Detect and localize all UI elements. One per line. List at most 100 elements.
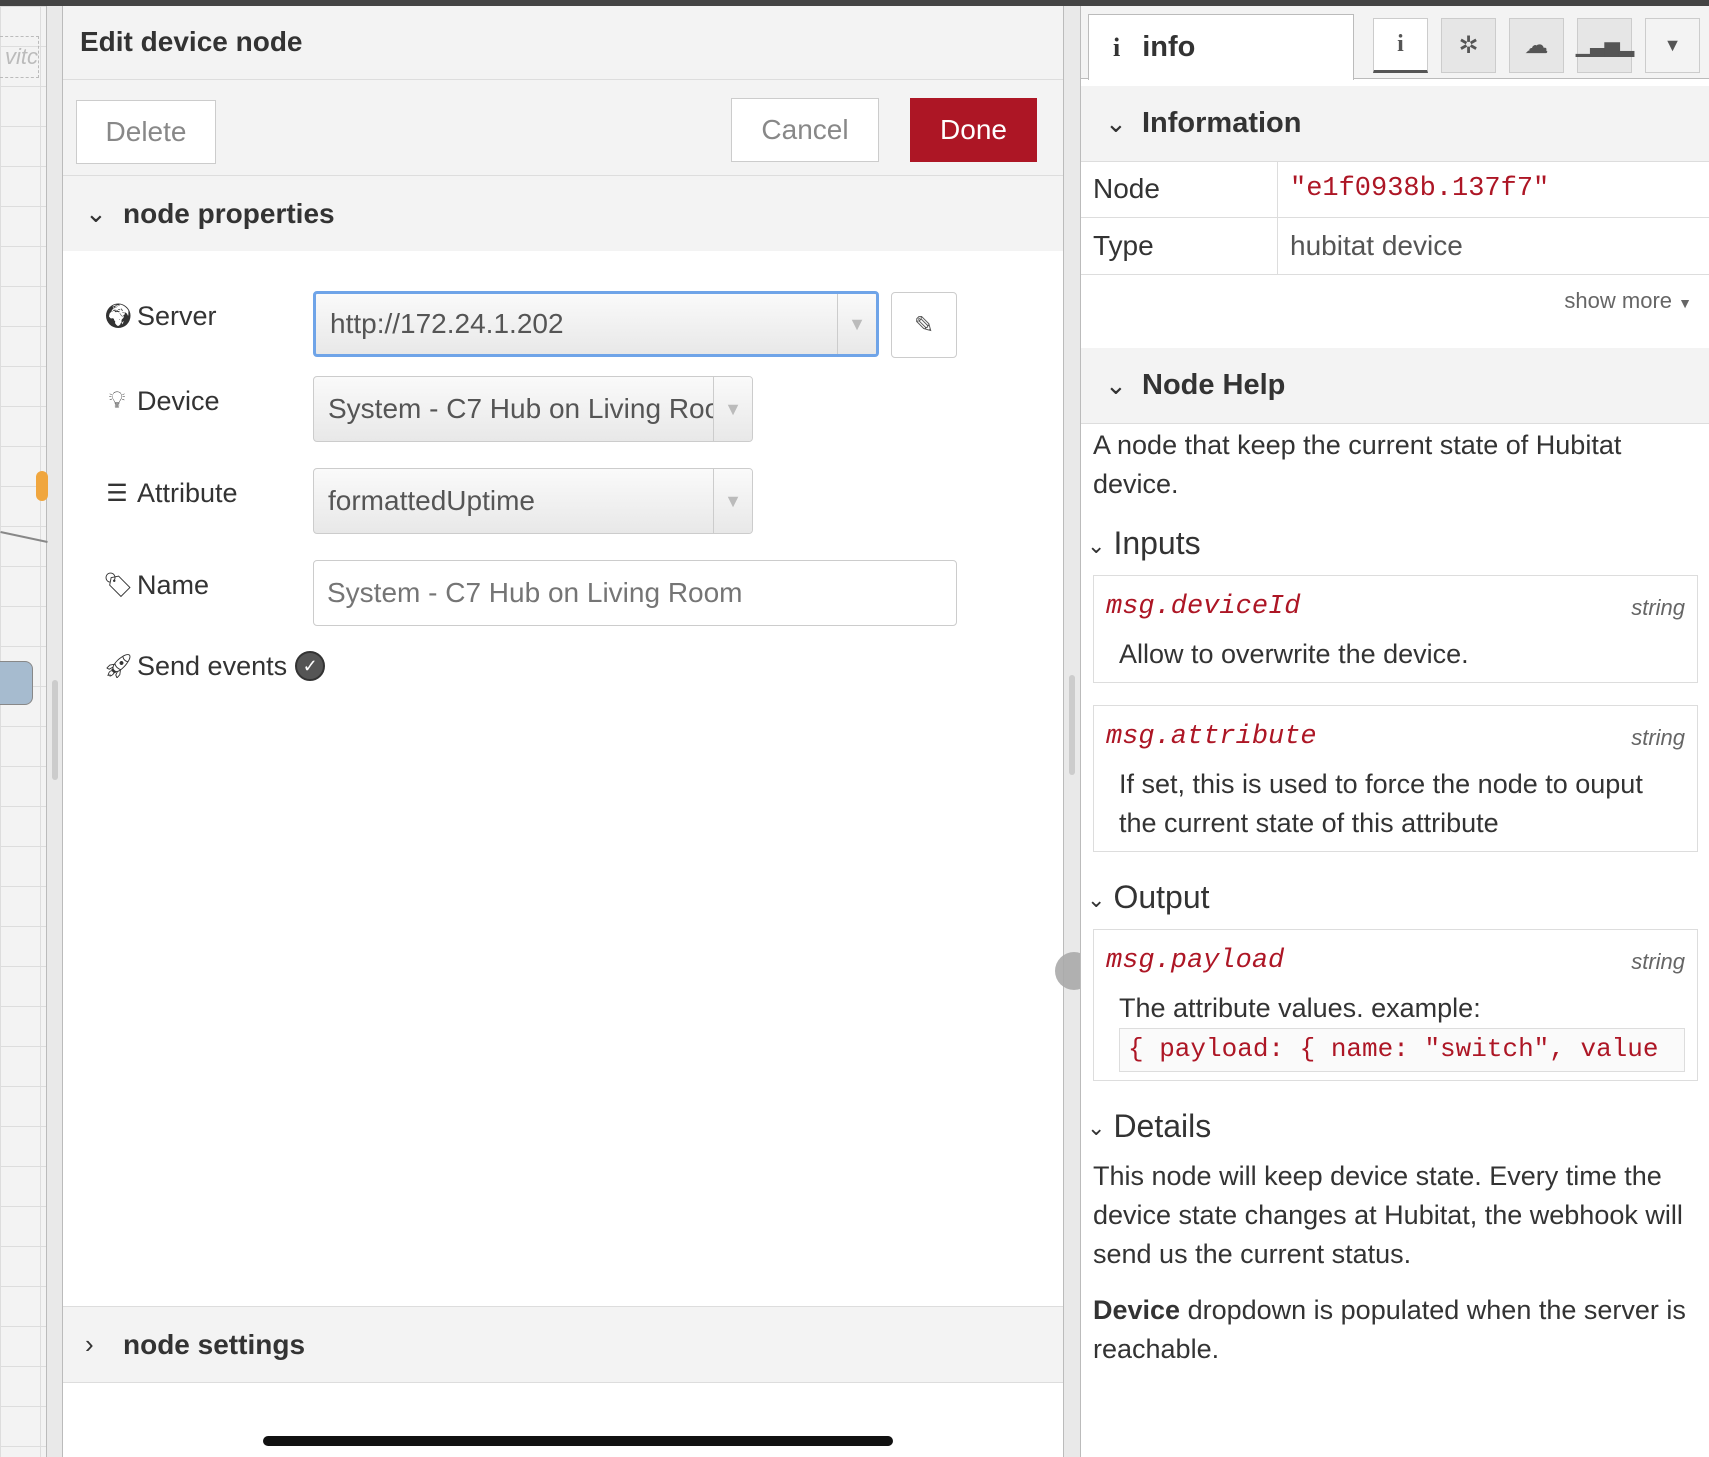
attribute-row: ☰ Attribute [103,473,237,513]
splitter-grip[interactable] [1069,675,1075,775]
section-label: node properties [123,198,335,229]
canvas-scrollbar[interactable] [52,680,58,780]
debug-tab-button[interactable]: ✲ [1441,18,1496,73]
sidebar-bottom [1081,1402,1709,1457]
caret-down-icon: ▼ [1663,35,1682,55]
details-paragraph: This node will keep device state. Every … [1093,1161,1683,1270]
dashboard-tab-button[interactable]: ▁▃▅▂ [1576,18,1634,73]
property-name: msg.deviceId [1106,591,1301,622]
globe-icon: 🌍︎ [103,302,134,330]
property-desc: The attribute values. example: [1119,992,1481,1023]
section-label: node settings [123,1329,306,1360]
node-properties-header[interactable]: ⌄ node properties [63,176,1063,251]
device-row: 💡︎ Device [103,381,220,421]
name-label: Name [137,569,210,600]
node-help-header[interactable]: ⌄ Node Help [1081,348,1709,424]
table-row: Node "e1f0938b.137f7" [1081,161,1709,218]
attribute-value: formattedUptime [328,485,535,516]
output-heading[interactable]: ⌄ Output [1087,874,1698,920]
node-help-title: Node Help [1142,369,1286,401]
tab-menu-button[interactable]: ▼ [1645,18,1700,73]
chevron-right-icon: › [85,1329,94,1359]
name-input[interactable] [313,560,957,626]
property-desc: Allow to overwrite the device. [1119,638,1469,669]
cloud-icon: ☁ [1524,32,1549,59]
server-row: 🌍︎ Server [103,296,217,336]
property-name: msg.payload [1106,945,1285,976]
pencil-icon: ✎ [913,311,935,339]
info-value[interactable]: "e1f0938b.137f7" [1277,161,1709,218]
tab-info-label: info [1142,31,1196,63]
details-bold: Device [1093,1294,1181,1325]
help-content: A node that keep the current state of Hu… [1087,426,1698,1385]
delete-button[interactable]: Delete [76,100,216,164]
info-table: Node "e1f0938b.137f7" Type hubitat devic… [1081,161,1709,275]
server-label: Server [137,300,217,331]
property-desc: If set, this is used to force the node t… [1119,769,1643,839]
details-text: dropdown is populated when the server is… [1093,1294,1686,1364]
input-property: msg.attribute string If set, this is use… [1093,704,1698,853]
details-title: Details [1113,1107,1212,1144]
tray-header: Edit device node [63,6,1063,80]
rocket-icon: 🚀︎ [103,652,134,680]
server-value: http://172.24.1.202 [330,308,564,339]
chevron-down-icon: ⌄ [1087,886,1106,912]
property-type: string [1631,948,1685,974]
info-key: Node [1081,161,1278,218]
bug-icon: ✲ [1458,32,1479,59]
lightbulb-icon: 💡︎ [108,387,126,414]
home-indicator [263,1436,893,1446]
table-row: Type hubitat device [1081,217,1709,275]
server-select[interactable]: http://172.24.1.202 ▼ [313,291,879,357]
tab-info[interactable]: i info [1088,14,1354,80]
list-icon: ☰ [106,479,128,507]
output-title: Output [1113,879,1210,916]
chevron-down-icon: ⌄ [1105,108,1127,138]
property-type: string [1631,594,1685,620]
canvas-wire [0,531,48,543]
canvas-node-port[interactable] [36,471,48,501]
chevron-down-icon: ⌄ [1087,1115,1106,1141]
done-button[interactable]: Done [910,98,1037,162]
information-header[interactable]: ⌄ Information [1081,86,1709,162]
caret-down-icon: ▼ [1678,295,1692,311]
chevron-down-icon: ⌄ [85,198,107,228]
show-more-label: show more [1564,288,1673,313]
node-settings-header[interactable]: › node settings [63,1306,1063,1383]
chevron-down-icon: ⌄ [1087,532,1106,558]
dropdown-arrow-icon: ▼ [837,294,876,354]
cancel-button[interactable]: Cancel [731,98,879,162]
details-paragraph: Device dropdown is populated when the se… [1093,1291,1698,1369]
send-events-label: Send events [137,650,288,681]
property-type: string [1631,724,1685,750]
tag-icon: 🏷︎ [103,571,134,599]
device-select[interactable]: System - C7 Hub on Living Room ▼ [313,376,753,442]
info-sidebar: i info i ✲ ☁ ▁▃▅▂ ▼ ⌄ Information Node "… [1080,6,1709,1457]
info-value: hubitat device [1277,217,1709,275]
info-key: Type [1081,217,1278,275]
cloud-tab-button[interactable]: ☁ [1509,18,1564,73]
info-tab-button[interactable]: i [1373,18,1428,73]
flow-canvas[interactable]: vitc [0,6,48,1457]
input-property: msg.deviceId string Allow to overwrite t… [1093,574,1698,683]
attribute-select[interactable]: formattedUptime ▼ [313,468,753,534]
name-row: 🏷︎ Name [103,565,209,605]
output-property: msg.payload string The attribute values.… [1093,928,1698,1081]
send-events-row: 🚀︎ Send events ✓ [103,646,326,686]
example-code: { payload: { name: "switch", value [1119,1028,1685,1072]
canvas-node-label: vitc [0,36,39,78]
details-heading[interactable]: ⌄ Details [1087,1103,1698,1149]
property-name: msg.attribute [1106,721,1317,752]
show-more-link[interactable]: show more ▼ [1564,288,1692,314]
device-value: System - C7 Hub on Living Room [328,393,744,424]
dropdown-arrow-icon: ▼ [713,469,752,533]
canvas-node[interactable] [0,661,33,705]
chevron-down-icon: ⌄ [1105,370,1127,400]
inputs-heading[interactable]: ⌄ Inputs [1087,520,1698,566]
device-label: Device [137,385,220,416]
help-intro: A node that keep the current state of Hu… [1093,430,1622,500]
sidebar-tabbar: i info i ✲ ☁ ▁▃▅▂ ▼ [1081,6,1709,80]
info-icon: i [1397,31,1404,57]
send-events-checkbox[interactable]: ✓ [295,651,326,681]
edit-server-button[interactable]: ✎ [891,292,957,358]
